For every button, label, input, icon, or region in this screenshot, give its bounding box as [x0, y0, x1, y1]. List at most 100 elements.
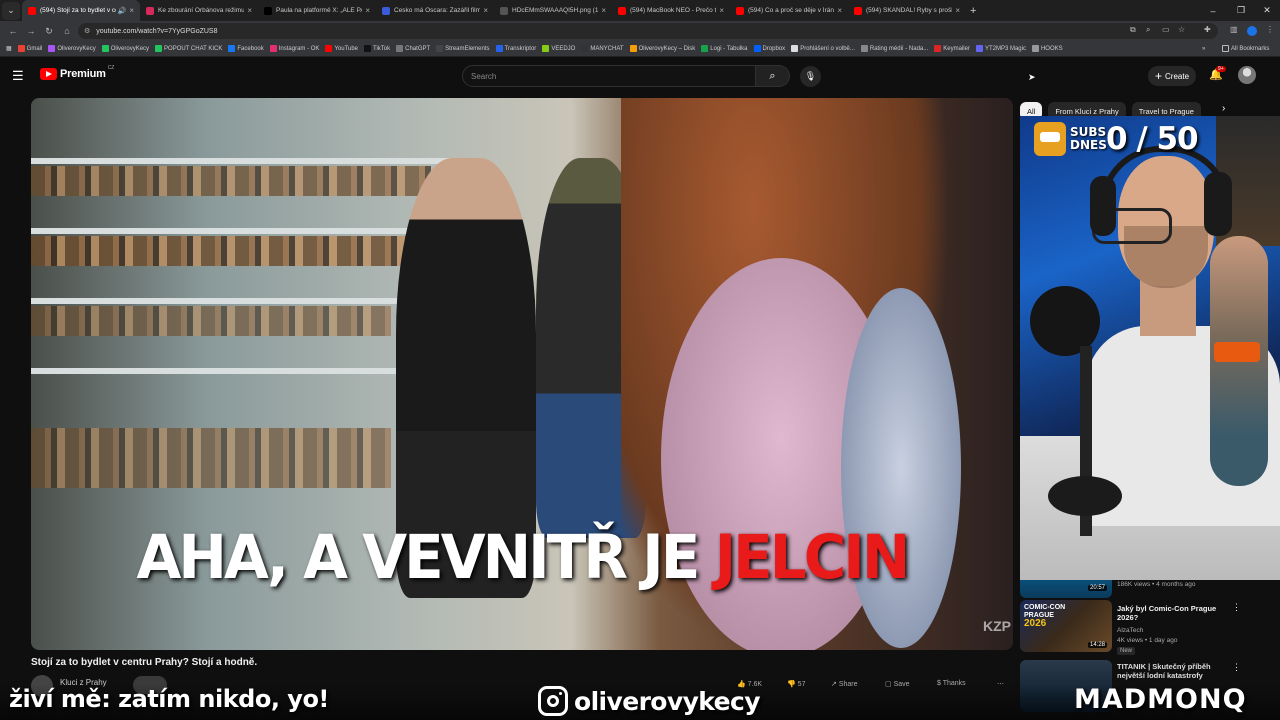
account-avatar[interactable]: [1238, 66, 1256, 84]
tab-close-icon[interactable]: ×: [601, 6, 606, 15]
bookmark-label: StreamElements: [445, 45, 490, 52]
support-text: živí mě: zatím nikdo, yo!: [9, 685, 329, 713]
extensions-icon[interactable]: ✚: [1204, 25, 1211, 34]
tab-favicon-icon: [854, 6, 862, 15]
translate-icon[interactable]: ⧉: [1130, 25, 1136, 35]
bookmark-label: Gmail: [26, 45, 43, 52]
youtube-header: ☰ Premium CZ Search ⌕ 🎙 ➤ + Create 🔔 9+: [0, 57, 1280, 95]
folder-icon: [1222, 45, 1229, 52]
bookmark-item[interactable]: Prohlášení o volbě...: [791, 45, 855, 52]
recommendation-item[interactable]: COMIC-CON PRAGUE 2026 14:28 Jaký byl Comic…: [1020, 600, 1280, 656]
bookmark-item[interactable]: OliverovyKecy – Disk: [629, 45, 695, 52]
browser-tab[interactable]: Paula na platformě X: „ALE PAW ×: [258, 0, 376, 21]
tab-close-icon[interactable]: ×: [837, 6, 842, 15]
tab-favicon-icon: [382, 6, 390, 15]
more-options-icon[interactable]: ⋮: [1232, 662, 1241, 673]
bookmark-item[interactable]: Dropbox: [753, 45, 785, 52]
tab-close-icon[interactable]: ×: [719, 6, 724, 15]
browser-tab[interactable]: Česko má Oscara: Zazářil film o ×: [376, 0, 494, 21]
profile-icon[interactable]: [1247, 26, 1257, 36]
bookmark-item[interactable]: YT2MP3 Magic: [975, 45, 1026, 52]
new-tab-button[interactable]: +: [970, 5, 976, 17]
forward-icon[interactable]: →: [22, 26, 40, 36]
back-icon[interactable]: ←: [4, 26, 22, 36]
bookmark-favicon-icon: [581, 45, 589, 52]
channel-name: AlzaTech: [1117, 627, 1144, 634]
site-info-icon[interactable]: ⚙: [84, 27, 90, 35]
bookmark-item[interactable]: Transkriptor: [495, 45, 536, 52]
tab-favicon-icon: [146, 6, 154, 15]
bookmark-item[interactable]: Gmail: [17, 45, 43, 52]
duration-badge: 14:28: [1088, 642, 1108, 648]
logo-text: Premium: [60, 68, 106, 80]
bookmark-favicon-icon: [269, 45, 277, 52]
all-bookmarks-folder[interactable]: All Bookmarks: [1222, 45, 1269, 52]
apps-grid-icon[interactable]: ▦: [6, 45, 12, 52]
more-options-icon[interactable]: ⋮: [1232, 602, 1241, 613]
bookmark-item[interactable]: VEEDJO: [542, 45, 575, 52]
zoom-icon[interactable]: ⌕: [1146, 25, 1150, 35]
bookmark-item[interactable]: Rating médií - Nada...: [860, 45, 928, 52]
close-window-icon[interactable]: ✕: [1254, 0, 1280, 21]
bookmark-item[interactable]: MANYCHAT: [581, 45, 624, 52]
headphone-left: [1090, 176, 1116, 236]
tab-close-icon[interactable]: ×: [365, 6, 370, 15]
bookmark-favicon-icon: [436, 45, 444, 52]
bookmark-item[interactable]: OliverovyKecy: [101, 45, 150, 52]
bookmark-item[interactable]: POPOUT CHAT KICK: [155, 45, 222, 52]
bookmark-favicon-icon: [791, 45, 799, 52]
tab-search-chevron-icon[interactable]: ⌄: [2, 1, 20, 20]
cast-icon[interactable]: ▭: [1162, 25, 1170, 34]
tab-close-icon[interactable]: ×: [955, 6, 960, 15]
shelf: [31, 228, 431, 234]
bookmark-item[interactable]: StreamElements: [436, 45, 490, 52]
bookmark-item[interactable]: OliverovyKecy: [48, 45, 96, 52]
browser-tab[interactable]: (594) Stojí za to bydlet v centru🔊×: [22, 0, 140, 21]
bookmark-favicon-icon: [860, 45, 868, 52]
bookmarks-overflow-icon[interactable]: »: [1202, 46, 1205, 52]
new-badge: New: [1117, 647, 1136, 655]
browser-menu-icon[interactable]: ⋮: [1266, 25, 1274, 34]
bookmark-star-icon[interactable]: ☆: [1178, 25, 1185, 34]
create-button[interactable]: + Create: [1148, 66, 1196, 86]
browser-tab[interactable]: (594) Co a proč se děje v Íránu ×: [730, 0, 848, 21]
url-field[interactable]: ⚙ youtube.com/watch?v=7YyGPGoZUS8: [78, 23, 1218, 39]
bookmark-favicon-icon: [396, 45, 404, 52]
bookmark-favicon-icon: [155, 45, 163, 52]
shelf: [31, 298, 411, 304]
plush-blue-bunny: [841, 288, 961, 648]
minimize-icon[interactable]: –: [1200, 0, 1226, 21]
bookmark-item[interactable]: Logi - Tabulka: [701, 45, 748, 52]
tab-audio-icon[interactable]: 🔊: [118, 7, 127, 15]
bookmark-item[interactable]: TikTok: [364, 45, 390, 52]
bookmark-item[interactable]: HOOKS: [1031, 45, 1063, 52]
bookmark-item[interactable]: ChatGPT: [396, 45, 430, 52]
hamburger-menu-icon[interactable]: ☰: [12, 68, 24, 84]
tab-close-icon[interactable]: ×: [483, 6, 488, 15]
search-input[interactable]: Search: [462, 65, 756, 87]
tab-close-icon[interactable]: ×: [129, 6, 134, 15]
chips-next-chevron-icon[interactable]: ›: [1222, 103, 1225, 114]
bookmark-label: OliverovyKecy: [110, 45, 150, 52]
bookmark-item[interactable]: YouTube: [325, 45, 358, 52]
browser-tab-bar: ⌄ (594) Stojí za to bydlet v centru🔊×Ke …: [0, 0, 1280, 21]
reload-icon[interactable]: ↻: [40, 26, 58, 37]
search-button[interactable]: ⌕: [756, 65, 790, 87]
bookmark-item[interactable]: Instagram - OK: [269, 45, 319, 52]
tab-close-icon[interactable]: ×: [247, 6, 252, 15]
voice-search-button[interactable]: 🎙: [800, 66, 821, 87]
video-player[interactable]: AHA, A VEVNITŘ JE JELCIN KZP: [31, 98, 1013, 650]
browser-tab[interactable]: Ke zbourání Orbánova režimu ×: [140, 0, 258, 21]
home-icon[interactable]: ⌂: [58, 26, 76, 36]
browser-tab[interactable]: (594) SKANDÁL! Ryby s prošlý ×: [848, 0, 966, 21]
sidebar-icon[interactable]: ▥: [1230, 25, 1238, 34]
maximize-icon[interactable]: ❐: [1228, 0, 1254, 21]
bookmark-item[interactable]: Keymailer: [934, 45, 970, 52]
bookmark-favicon-icon: [228, 45, 236, 52]
browser-tab[interactable]: HDcEMmSWAAAQI5H.png (1074×: [494, 0, 612, 21]
bookmark-label: YT2MP3 Magic: [984, 45, 1026, 52]
goal-label: SUBS DNES: [1070, 125, 1107, 152]
youtube-premium-logo[interactable]: Premium CZ: [40, 65, 114, 80]
bookmark-item[interactable]: Facebook: [228, 45, 264, 52]
browser-tab[interactable]: (594) MacBook NEO - Prečo to ×: [612, 0, 730, 21]
